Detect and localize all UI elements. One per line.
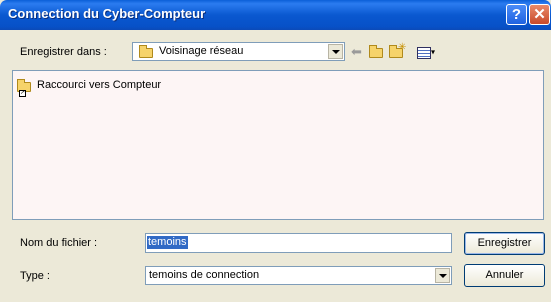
new-folder-icon[interactable]: ✳ xyxy=(389,42,406,60)
save-button[interactable]: Enregistrer xyxy=(464,232,545,255)
filename-label: Nom du fichier : xyxy=(20,237,98,249)
chevron-down-icon[interactable] xyxy=(328,44,343,59)
up-folder-icon[interactable] xyxy=(369,44,383,60)
filename-input[interactable]: temoins xyxy=(145,233,452,253)
help-button[interactable]: ? xyxy=(506,4,527,25)
save-in-dropdown[interactable]: Voisinage réseau xyxy=(132,42,345,61)
folder-icon xyxy=(139,45,153,58)
view-menu-icon[interactable]: ▾ xyxy=(417,44,435,60)
close-button[interactable]: ✕ xyxy=(529,4,550,25)
type-value: temoins de connection xyxy=(149,269,260,281)
list-item-label: Raccourci vers Compteur xyxy=(37,79,162,91)
dialog-title: Connection du Cyber-Compteur xyxy=(8,6,206,21)
save-in-label: Enregistrer dans : xyxy=(20,46,107,58)
back-arrow-icon[interactable]: ⬅ xyxy=(351,44,362,60)
save-in-value: Voisinage réseau xyxy=(159,45,244,57)
cancel-button[interactable]: Annuler xyxy=(464,264,545,287)
file-list[interactable]: ↗ Raccourci vers Compteur xyxy=(12,70,544,220)
shortcut-folder-icon: ↗ xyxy=(17,79,31,97)
chevron-down-icon[interactable] xyxy=(435,268,450,283)
type-label: Type : xyxy=(20,270,50,282)
filename-value: temoins xyxy=(147,236,188,249)
type-dropdown[interactable]: temoins de connection xyxy=(145,266,452,285)
title-bar[interactable]: Connection du Cyber-Compteur ? ✕ xyxy=(0,0,551,30)
save-dialog: Connection du Cyber-Compteur ? ✕ Enregis… xyxy=(0,0,551,302)
